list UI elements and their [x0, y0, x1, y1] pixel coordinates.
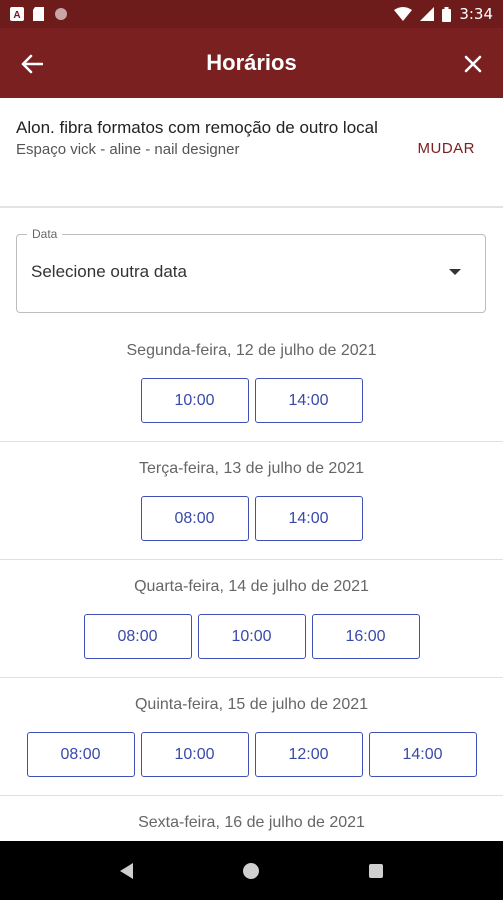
sd-card-icon	[33, 7, 44, 21]
available-days-list: Segunda-feira, 12 de julho de 2021 10:00…	[0, 324, 503, 900]
day-title: Terça-feira, 13 de julho de 2021	[138, 460, 365, 477]
battery-icon	[442, 6, 452, 22]
status-notifications: A	[10, 7, 68, 21]
day-title: Sexta-feira, 16 de julho de 2021	[138, 814, 365, 831]
time-slots: 08:00 10:00 12:00 14:00	[0, 732, 503, 777]
day-title: Quarta-feira, 14 de julho de 2021	[134, 578, 369, 595]
service-place: Espaço vick - aline - nail designer	[16, 141, 240, 158]
arrow-left-icon	[21, 54, 43, 74]
time-slot-button[interactable]: 14:00	[254, 378, 363, 423]
time-slot-button[interactable]: 10:00	[140, 732, 249, 777]
back-button[interactable]	[16, 48, 48, 80]
day-group: Quinta-feira, 15 de julho de 2021 08:00 …	[0, 678, 503, 796]
close-icon	[464, 55, 482, 73]
date-select-value: Selecione outra data	[31, 262, 187, 281]
day-group: Segunda-feira, 12 de julho de 2021 10:00…	[0, 324, 503, 442]
time-slot-button[interactable]: 08:00	[83, 614, 192, 659]
change-service-button[interactable]: MUDAR	[418, 140, 476, 157]
service-name: Alon. fibra formatos com remoção de outr…	[16, 118, 378, 137]
status-time: 3:34	[459, 5, 493, 23]
time-slots: 08:00 10:00 16:00	[0, 614, 503, 659]
day-group: Terça-feira, 13 de julho de 2021 08:00 1…	[0, 442, 503, 560]
cell-signal-icon	[420, 7, 435, 21]
svg-text:A: A	[13, 10, 20, 21]
day-title: Segunda-feira, 12 de julho de 2021	[126, 342, 377, 359]
a-notification-icon: A	[10, 7, 24, 21]
date-select[interactable]: Data Selecione outra data	[16, 227, 486, 313]
close-button[interactable]	[457, 48, 489, 80]
nav-back-icon[interactable]	[120, 862, 133, 879]
page-title: Horários	[206, 50, 297, 75]
service-card: Alon. fibra formatos com remoção de outr…	[0, 98, 503, 208]
day-title: Quinta-feira, 15 de julho de 2021	[134, 696, 369, 713]
time-slot-button[interactable]: 16:00	[311, 614, 420, 659]
system-nav-bar	[0, 841, 503, 900]
time-slot-button[interactable]: 14:00	[368, 732, 477, 777]
dropdown-arrow-icon	[449, 269, 461, 275]
wifi-icon	[394, 7, 413, 21]
nav-home-icon[interactable]	[243, 862, 259, 879]
time-slot-button[interactable]: 14:00	[254, 496, 363, 541]
circle-notification-icon	[55, 8, 67, 20]
time-slot-button[interactable]: 08:00	[140, 496, 249, 541]
nav-recents-icon[interactable]	[369, 863, 383, 878]
time-slot-button[interactable]: 08:00	[26, 732, 135, 777]
time-slots: 08:00 14:00	[0, 496, 503, 541]
status-bar: A 3:34	[0, 0, 503, 28]
time-slots: 10:00 14:00	[0, 378, 503, 423]
time-slot-button[interactable]: 10:00	[140, 378, 249, 423]
time-slot-button[interactable]: 12:00	[254, 732, 363, 777]
app-bar: Horários	[0, 28, 503, 98]
date-select-label: Data	[27, 227, 63, 241]
day-group: Quarta-feira, 14 de julho de 2021 08:00 …	[0, 560, 503, 678]
time-slot-button[interactable]: 10:00	[197, 614, 306, 659]
